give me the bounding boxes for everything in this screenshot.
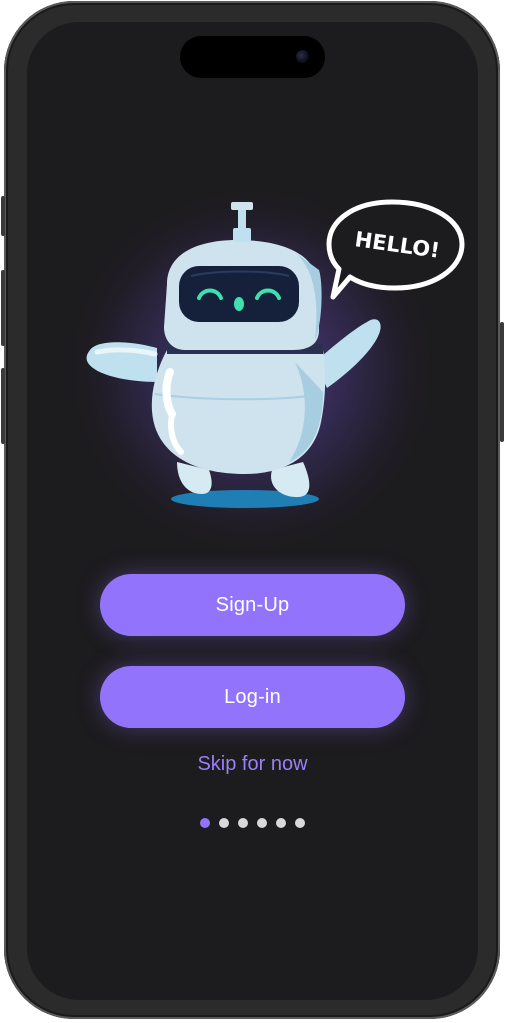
log-in-button[interactable]: Log-in: [100, 666, 405, 728]
page-dot-active[interactable]: [200, 818, 210, 828]
page-dot[interactable]: [219, 818, 229, 828]
page-dot[interactable]: [276, 818, 286, 828]
action-button: [1, 196, 5, 236]
page-dot[interactable]: [295, 818, 305, 828]
sign-up-button[interactable]: Sign-Up: [100, 574, 405, 636]
page-dot[interactable]: [238, 818, 248, 828]
speech-bubble-icon: HELLO!: [326, 199, 465, 300]
volume-down-button: [1, 368, 5, 444]
skip-for-now-link[interactable]: Skip for now: [27, 753, 478, 776]
robot-mascot-icon: HELLO!: [86, 199, 465, 508]
app-screen: HELLO! Sign-Up Log-in Skip for now: [27, 22, 478, 1000]
volume-up-button: [1, 270, 5, 346]
power-button: [500, 322, 504, 442]
pagination-dots: [27, 818, 478, 828]
page-dot[interactable]: [257, 818, 267, 828]
